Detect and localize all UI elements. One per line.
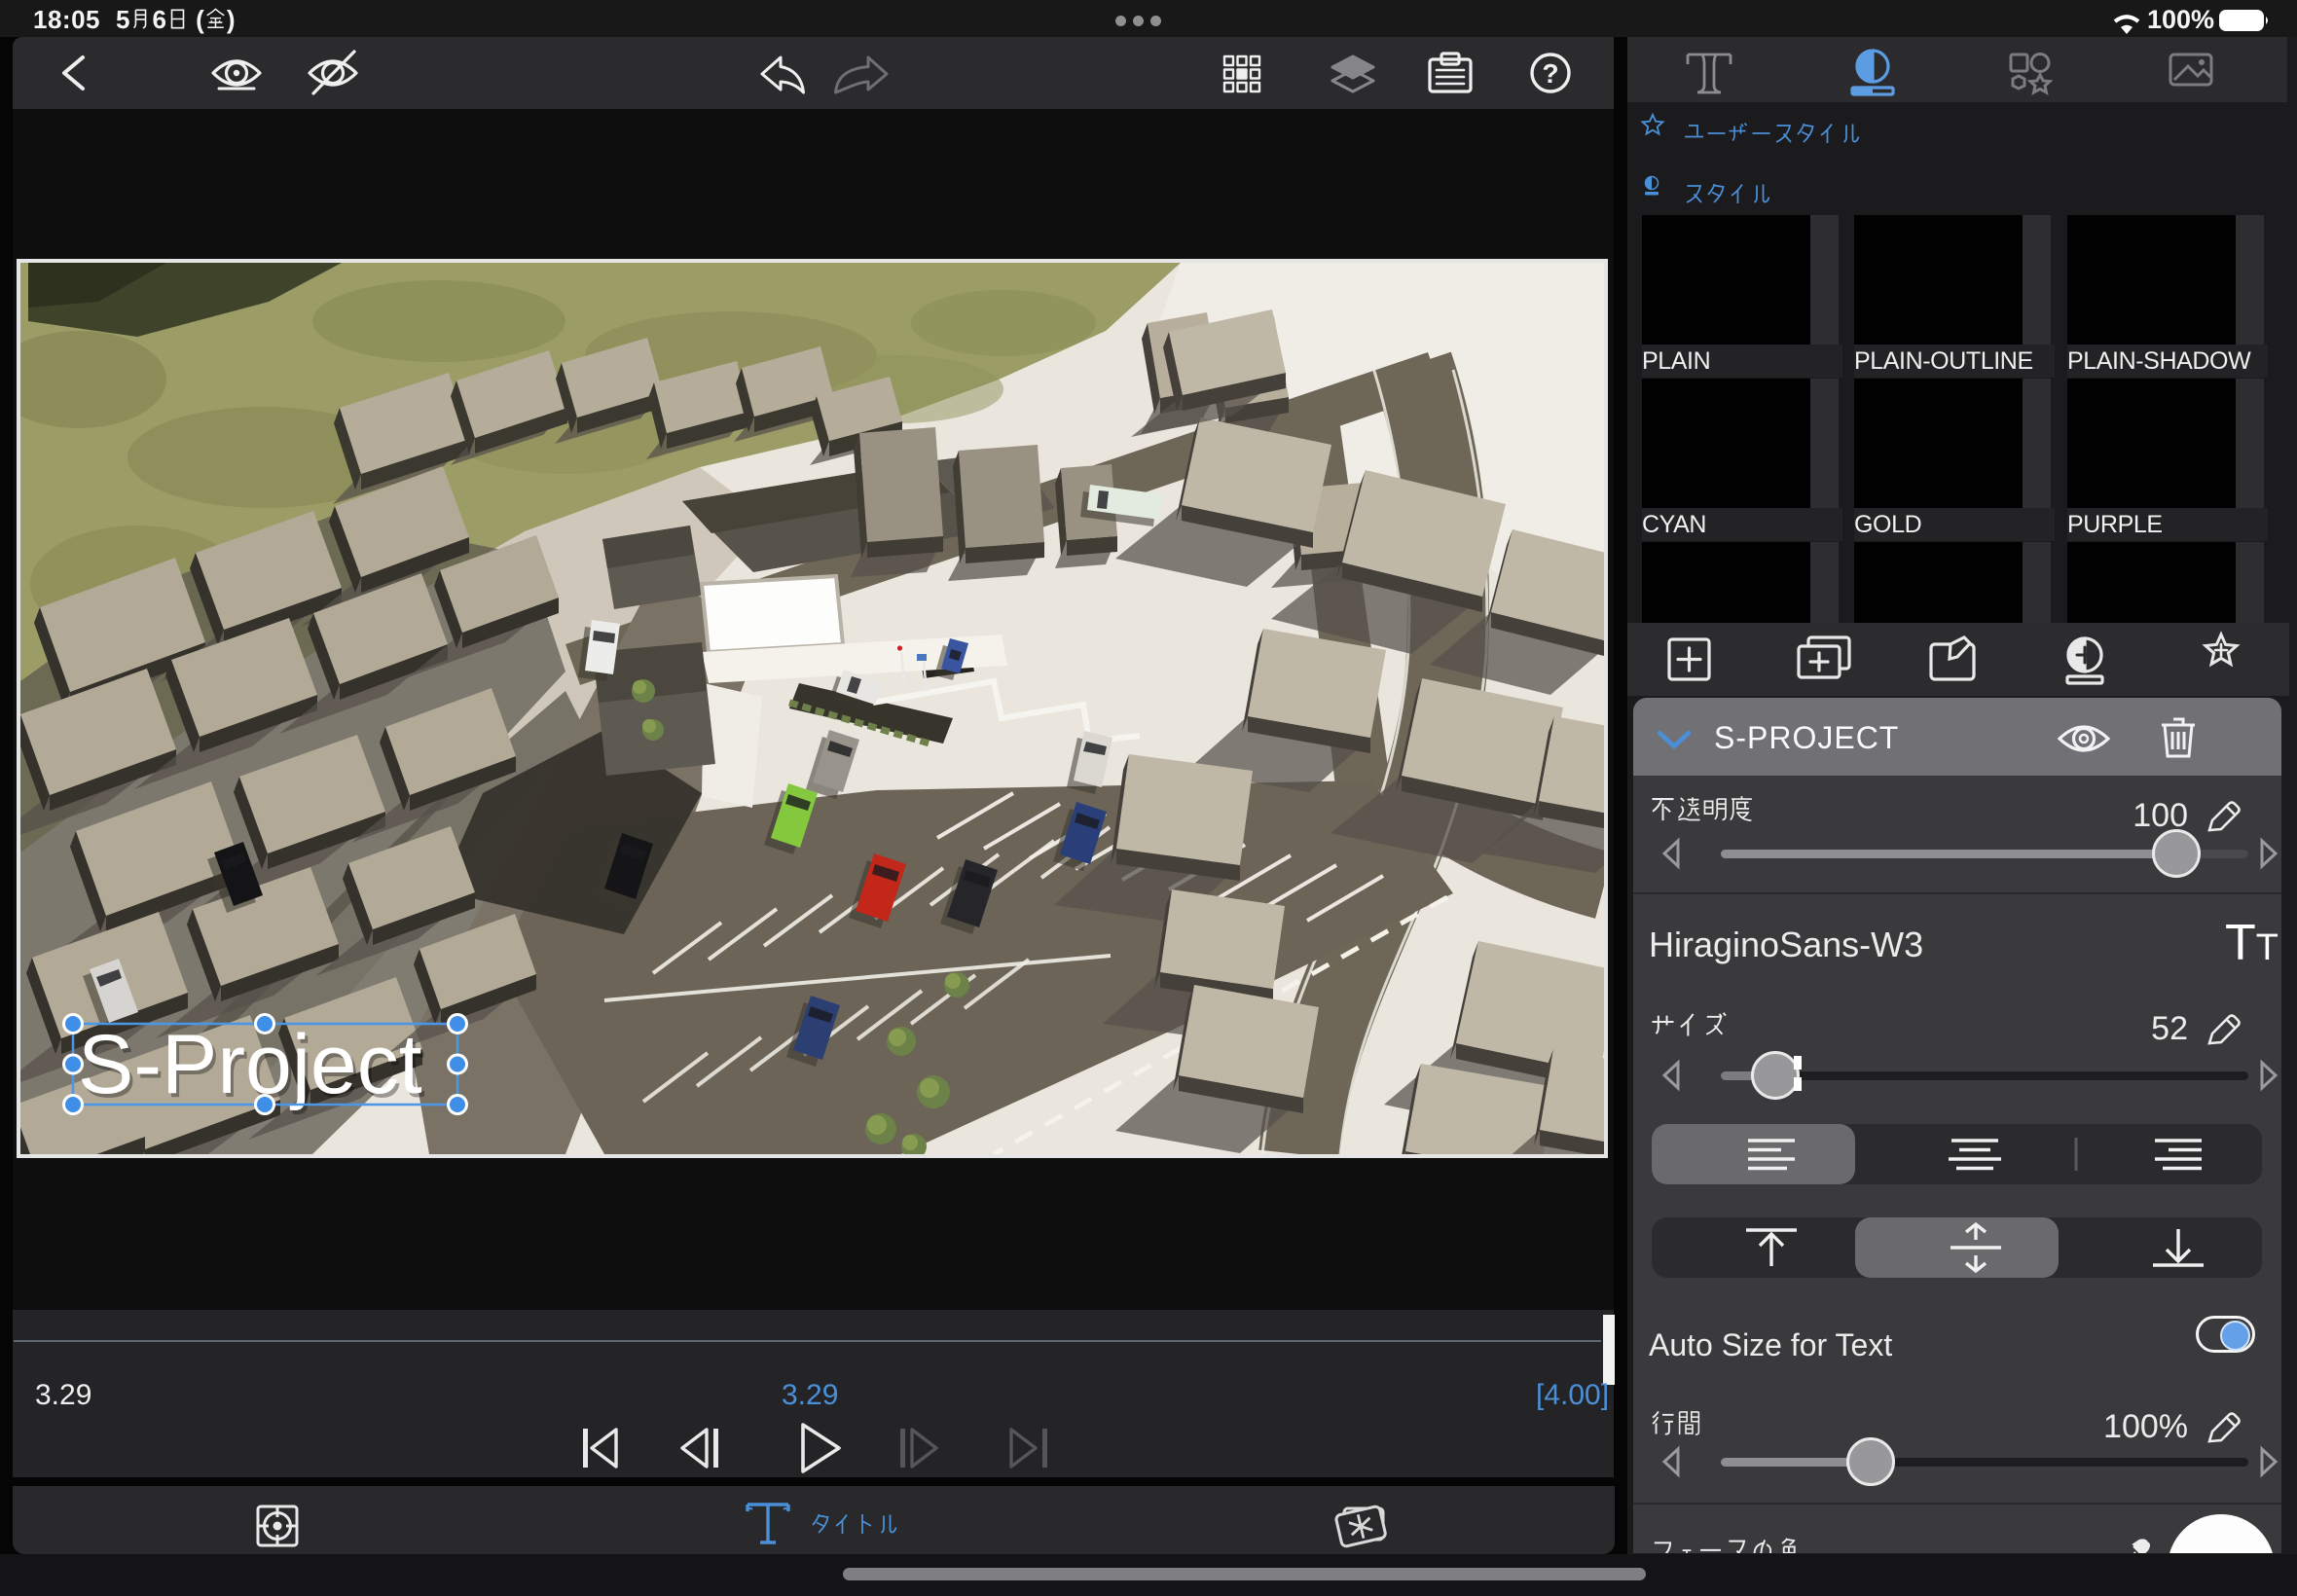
svg-text:?: ? [1542,58,1558,89]
svg-text:S-Project: S-Project [78,1018,422,1111]
